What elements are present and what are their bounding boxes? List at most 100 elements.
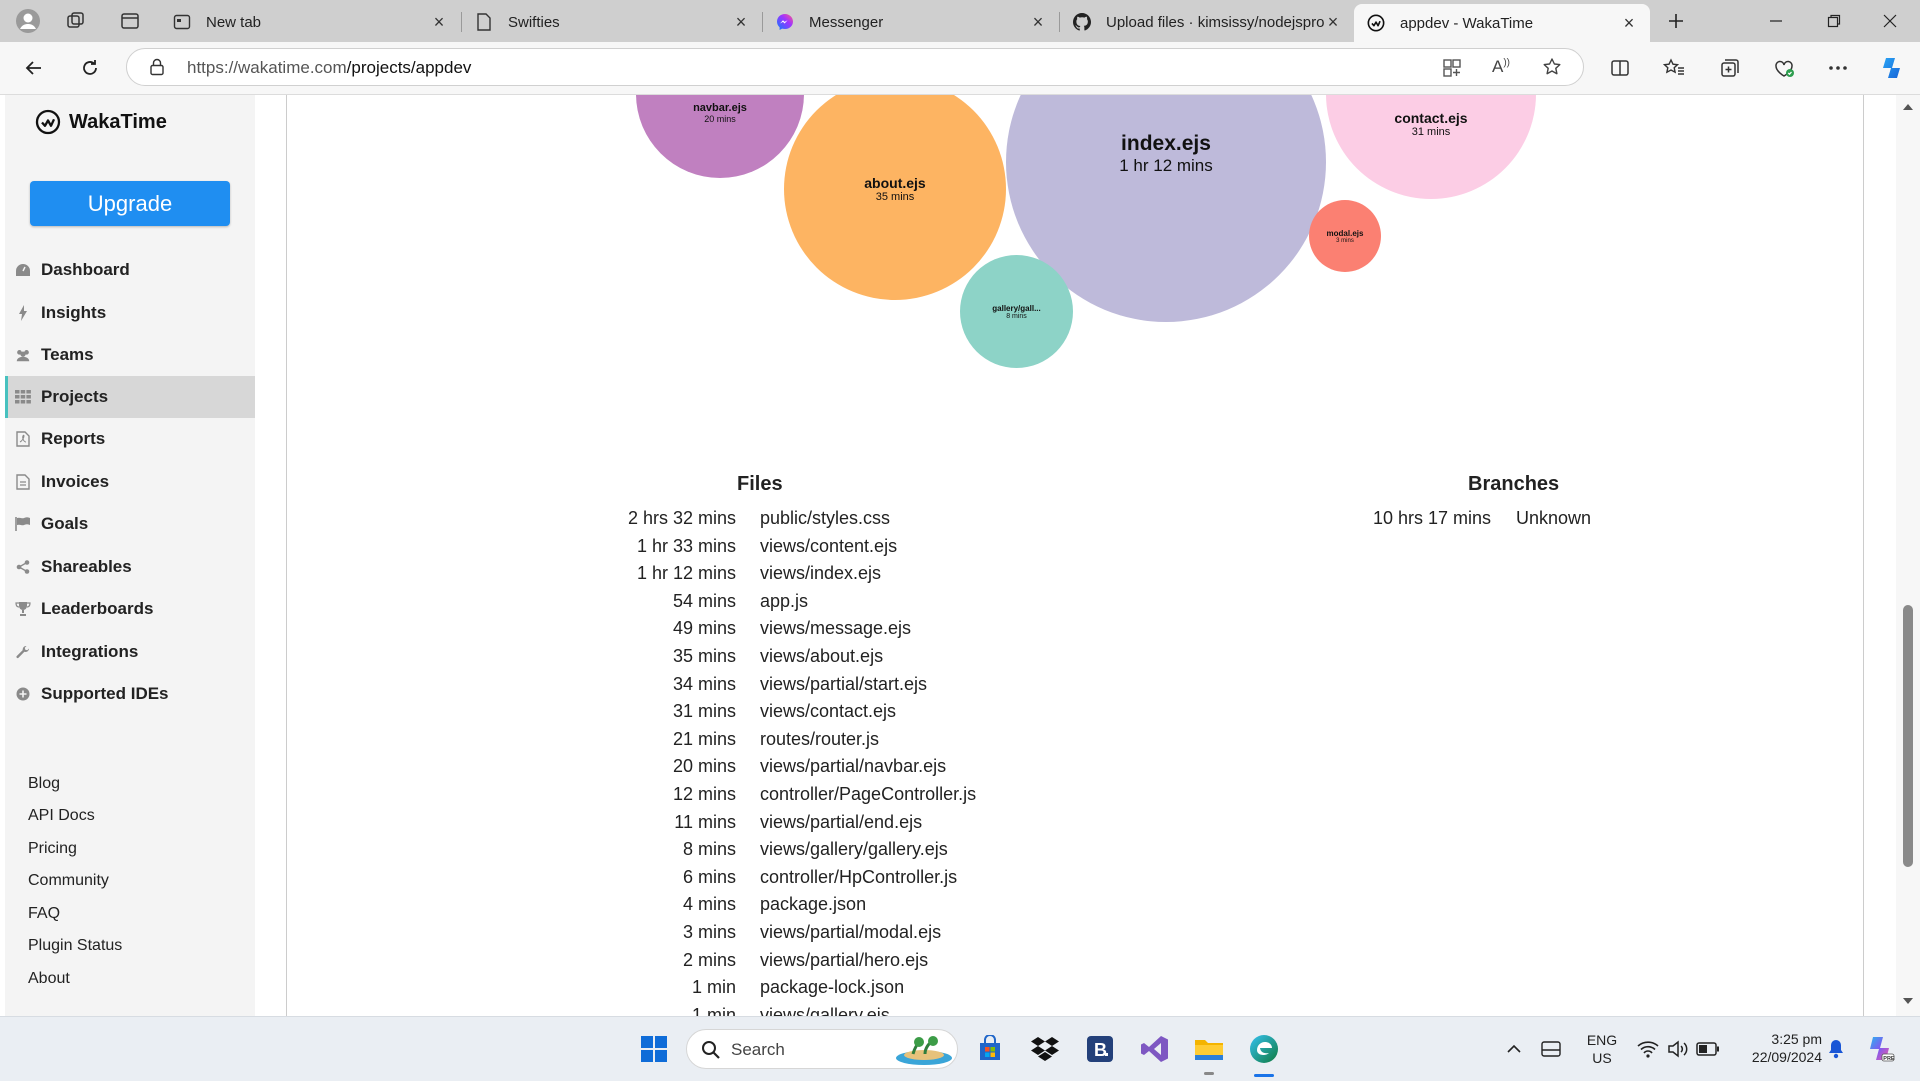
- sidebar-item-supported-ides[interactable]: Supported IDEs: [5, 673, 255, 715]
- file-row[interactable]: 34 mins views/partial/start.ejs: [560, 674, 1120, 698]
- scrollbar-thumb[interactable]: [1903, 605, 1913, 867]
- file-row[interactable]: 1 min package-lock.json: [560, 977, 1120, 1001]
- b-app-icon[interactable]: B: [1082, 1031, 1118, 1067]
- tab-actions-icon[interactable]: [114, 5, 146, 37]
- new-tab-button[interactable]: [1660, 5, 1692, 37]
- tab-github-upload[interactable]: Upload files · kimsissy/nodejsproj ×: [1060, 4, 1354, 40]
- bubble-navbar-ejs[interactable]: navbar.ejs 20 mins: [636, 95, 804, 178]
- tab-messenger[interactable]: Messenger ×: [763, 4, 1059, 40]
- scroll-up-icon[interactable]: [1902, 102, 1914, 112]
- scroll-down-icon[interactable]: [1902, 996, 1914, 1006]
- file-path[interactable]: package-lock.json: [760, 977, 904, 998]
- close-icon[interactable]: ×: [732, 12, 750, 32]
- file-row[interactable]: 1 hr 12 mins views/index.ejs: [560, 563, 1120, 587]
- browser-essentials-icon[interactable]: [1768, 52, 1800, 84]
- sidebar-item-insights[interactable]: Insights: [5, 292, 255, 334]
- file-path[interactable]: views/partial/hero.ejs: [760, 950, 928, 971]
- close-icon[interactable]: ×: [1029, 12, 1047, 32]
- file-path[interactable]: controller/PageController.js: [760, 784, 976, 805]
- touch-keyboard-icon[interactable]: [1533, 1031, 1569, 1067]
- file-path[interactable]: views/message.ejs: [760, 618, 911, 639]
- bubble-about-ejs[interactable]: about.ejs 35 mins: [784, 95, 1006, 300]
- sidebar-item-reports[interactable]: Reports: [5, 418, 255, 460]
- close-icon[interactable]: ×: [430, 12, 448, 32]
- page-scrollbar[interactable]: [1896, 95, 1920, 1016]
- close-window-icon[interactable]: [1862, 0, 1918, 42]
- file-explorer-icon[interactable]: [1191, 1031, 1227, 1067]
- lock-icon[interactable]: [149, 58, 165, 76]
- windows-start-icon[interactable]: [636, 1031, 672, 1067]
- branch-row[interactable]: 10 hrs 17 mins Unknown: [1300, 508, 1840, 532]
- sidebar-item-leaderboards[interactable]: Leaderboards: [5, 588, 255, 630]
- footer-link-blog[interactable]: Blog: [28, 775, 60, 793]
- clock[interactable]: 3:25 pm 22/09/2024: [1734, 1030, 1822, 1066]
- bubble-contact-ejs[interactable]: contact.ejs 31 mins: [1326, 95, 1536, 199]
- file-path[interactable]: views/index.ejs: [760, 563, 881, 584]
- bubble-gallery-ejs[interactable]: gallery/gall... 8 mins: [960, 255, 1073, 368]
- bubble-modal-ejs[interactable]: modal.ejs 3 mins: [1309, 200, 1381, 272]
- favorites-icon[interactable]: [1658, 52, 1690, 84]
- copilot-taskbar-icon[interactable]: PRE: [1862, 1031, 1898, 1067]
- file-row[interactable]: 2 mins views/partial/hero.ejs: [560, 950, 1120, 974]
- file-path[interactable]: views/partial/start.ejs: [760, 674, 927, 695]
- microsoft-store-icon[interactable]: [972, 1031, 1008, 1067]
- workspaces-icon[interactable]: [60, 5, 92, 37]
- tab-appdev-wakatime[interactable]: appdev - WakaTime ×: [1354, 4, 1650, 42]
- more-options-icon[interactable]: [1822, 52, 1854, 84]
- dropbox-icon[interactable]: [1027, 1031, 1063, 1067]
- taskbar-search-input[interactable]: Search: [686, 1029, 958, 1069]
- copilot-icon[interactable]: [1876, 52, 1908, 84]
- file-path[interactable]: views/content.ejs: [760, 536, 897, 557]
- file-path[interactable]: app.js: [760, 591, 808, 612]
- file-row[interactable]: 6 mins controller/HpController.js: [560, 867, 1120, 891]
- file-row[interactable]: 11 mins views/partial/end.ejs: [560, 812, 1120, 836]
- file-row[interactable]: 21 mins routes/router.js: [560, 729, 1120, 753]
- app-available-icon[interactable]: [1442, 58, 1462, 78]
- tab-new-tab[interactable]: New tab ×: [160, 4, 460, 40]
- footer-link-about[interactable]: About: [28, 970, 70, 988]
- file-path[interactable]: views/contact.ejs: [760, 701, 896, 722]
- notifications-bell-icon[interactable]: [1818, 1031, 1854, 1067]
- visual-studio-icon[interactable]: [1137, 1031, 1173, 1067]
- file-row[interactable]: 54 mins app.js: [560, 591, 1120, 615]
- file-row[interactable]: 12 mins controller/PageController.js: [560, 784, 1120, 808]
- file-path[interactable]: views/partial/navbar.ejs: [760, 756, 946, 777]
- file-path[interactable]: routes/router.js: [760, 729, 879, 750]
- file-path[interactable]: views/about.ejs: [760, 646, 883, 667]
- footer-link-api-docs[interactable]: API Docs: [28, 807, 95, 825]
- file-row[interactable]: 1 hr 33 mins views/content.ejs: [560, 536, 1120, 560]
- footer-link-pricing[interactable]: Pricing: [28, 840, 77, 858]
- file-row[interactable]: 8 mins views/gallery/gallery.ejs: [560, 839, 1120, 863]
- address-bar[interactable]: https://wakatime.com/projects/appdev A)): [126, 48, 1584, 86]
- sidebar-item-dashboard[interactable]: Dashboard: [5, 249, 255, 291]
- file-path[interactable]: package.json: [760, 894, 866, 915]
- read-aloud-icon[interactable]: A)): [1492, 57, 1510, 77]
- tab-swifties[interactable]: Swifties ×: [462, 4, 762, 40]
- edge-browser-icon[interactable]: [1246, 1031, 1282, 1067]
- sidebar-item-shareables[interactable]: Shareables: [5, 546, 255, 588]
- chevron-up-icon[interactable]: [1496, 1031, 1532, 1067]
- favorite-star-icon[interactable]: [1542, 57, 1562, 77]
- file-row[interactable]: 20 mins views/partial/navbar.ejs: [560, 756, 1120, 780]
- file-path[interactable]: views/gallery/gallery.ejs: [760, 839, 948, 860]
- collections-icon[interactable]: [1714, 52, 1746, 84]
- back-icon[interactable]: [18, 52, 50, 84]
- footer-link-community[interactable]: Community: [28, 872, 109, 890]
- sidebar-item-teams[interactable]: Teams: [5, 334, 255, 376]
- file-row[interactable]: 49 mins views/message.ejs: [560, 618, 1120, 642]
- sidebar-item-integrations[interactable]: Integrations: [5, 631, 255, 673]
- close-icon[interactable]: ×: [1620, 13, 1638, 33]
- battery-icon[interactable]: [1690, 1031, 1726, 1067]
- file-path[interactable]: public/styles.css: [760, 508, 890, 529]
- minimize-icon[interactable]: [1748, 0, 1804, 42]
- file-row[interactable]: 31 mins views/contact.ejs: [560, 701, 1120, 725]
- sidebar-item-invoices[interactable]: Invoices: [5, 461, 255, 503]
- file-row[interactable]: 3 mins views/partial/modal.ejs: [560, 922, 1120, 946]
- file-row[interactable]: 1 min views/gallery.ejs: [560, 1005, 1120, 1016]
- file-row[interactable]: 4 mins package.json: [560, 894, 1120, 918]
- profile-icon[interactable]: [12, 5, 44, 37]
- restore-icon[interactable]: [1806, 0, 1862, 42]
- footer-link-plugin-status[interactable]: Plugin Status: [28, 937, 122, 955]
- split-screen-icon[interactable]: [1604, 52, 1636, 84]
- upgrade-button[interactable]: Upgrade: [30, 181, 230, 226]
